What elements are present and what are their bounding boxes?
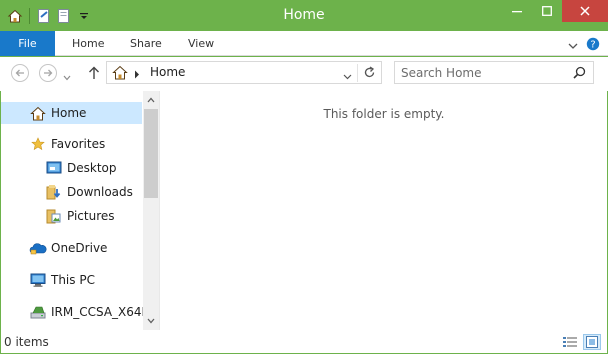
window-controls xyxy=(502,0,608,24)
tab-file[interactable]: File xyxy=(0,31,55,56)
downloads-folder-icon xyxy=(45,183,63,201)
address-divider xyxy=(357,64,358,82)
ribbon-tabs: File Home Share View ? xyxy=(0,31,608,56)
search-icon[interactable] xyxy=(573,66,586,82)
nav-item-onedrive[interactable]: OneDrive xyxy=(29,237,107,259)
status-bar: 0 items xyxy=(1,330,607,353)
pictures-folder-icon xyxy=(45,207,63,225)
onedrive-cloud-icon xyxy=(29,239,47,257)
tab-home[interactable]: Home xyxy=(72,31,104,56)
up-arrow-icon[interactable] xyxy=(88,66,100,83)
title-bar: Home xyxy=(0,0,608,31)
refresh-icon[interactable] xyxy=(363,66,376,82)
item-count: 0 items xyxy=(4,335,49,349)
content-area: Home Favorites Desktop Downloads Picture… xyxy=(1,91,607,330)
nav-pane-scrollbar[interactable] xyxy=(143,91,159,330)
nav-item-label: Pictures xyxy=(67,209,115,223)
view-switcher xyxy=(557,334,601,350)
nav-item-desktop[interactable]: Desktop xyxy=(45,157,117,179)
ribbon-controls: ? xyxy=(568,37,600,54)
address-bar[interactable]: Home xyxy=(106,61,382,84)
forward-arrow-icon xyxy=(44,69,53,77)
search-input[interactable] xyxy=(401,65,571,81)
help-icon[interactable]: ? xyxy=(586,37,600,54)
maximize-icon[interactable] xyxy=(532,0,562,22)
minimize-icon[interactable] xyxy=(502,0,532,22)
expand-ribbon-icon[interactable] xyxy=(568,39,578,53)
nav-item-label: IRM_CCSA_X64FR xyxy=(51,305,157,319)
nav-item-home[interactable]: Home xyxy=(1,102,142,124)
svg-text:?: ? xyxy=(590,40,595,51)
scroll-down-icon[interactable] xyxy=(146,316,156,326)
breadcrumb-separator-icon[interactable] xyxy=(134,68,140,82)
home-icon xyxy=(29,104,47,122)
empty-folder-message: This folder is empty. xyxy=(323,107,445,121)
nav-item-label: This PC xyxy=(51,273,95,287)
navigation-pane: Home Favorites Desktop Downloads Picture… xyxy=(1,91,160,330)
forward-button[interactable] xyxy=(39,64,57,82)
nav-item-label: Home xyxy=(51,106,87,120)
star-icon xyxy=(29,135,47,153)
nav-item-label: Favorites xyxy=(51,137,106,151)
back-arrow-icon xyxy=(15,69,24,77)
nav-item-pictures[interactable]: Pictures xyxy=(45,205,115,227)
nav-item-favorites[interactable]: Favorites xyxy=(29,133,105,155)
breadcrumb-home[interactable]: Home xyxy=(150,65,185,79)
recent-locations-icon[interactable] xyxy=(63,70,71,84)
large-icons-view-icon[interactable] xyxy=(583,334,601,350)
scroll-up-icon[interactable] xyxy=(146,95,156,105)
address-dropdown-icon[interactable] xyxy=(343,69,352,83)
navigation-bar: Home xyxy=(0,57,608,91)
explorer-window: Home File Home Share View ? Home Search … xyxy=(0,0,608,354)
tab-share[interactable]: Share xyxy=(130,31,162,56)
nav-item-label: OneDrive xyxy=(51,241,108,255)
nav-item-downloads[interactable]: Downloads xyxy=(45,181,133,203)
nav-item-drive[interactable]: IRM_CCSA_X64FR xyxy=(29,301,157,323)
close-icon[interactable] xyxy=(562,0,608,22)
scrollbar-thumb[interactable] xyxy=(144,109,158,198)
details-view-icon[interactable] xyxy=(561,334,579,350)
search-box[interactable] xyxy=(394,61,594,84)
tab-view[interactable]: View xyxy=(188,31,214,56)
nav-item-label: Desktop xyxy=(67,161,117,175)
desktop-icon xyxy=(45,159,63,177)
back-button[interactable] xyxy=(11,64,29,82)
nav-item-this-pc[interactable]: This PC xyxy=(29,269,95,291)
dvd-drive-icon xyxy=(29,303,47,321)
home-location-icon xyxy=(112,65,128,83)
computer-icon xyxy=(29,271,47,289)
nav-item-label: Downloads xyxy=(67,185,133,199)
